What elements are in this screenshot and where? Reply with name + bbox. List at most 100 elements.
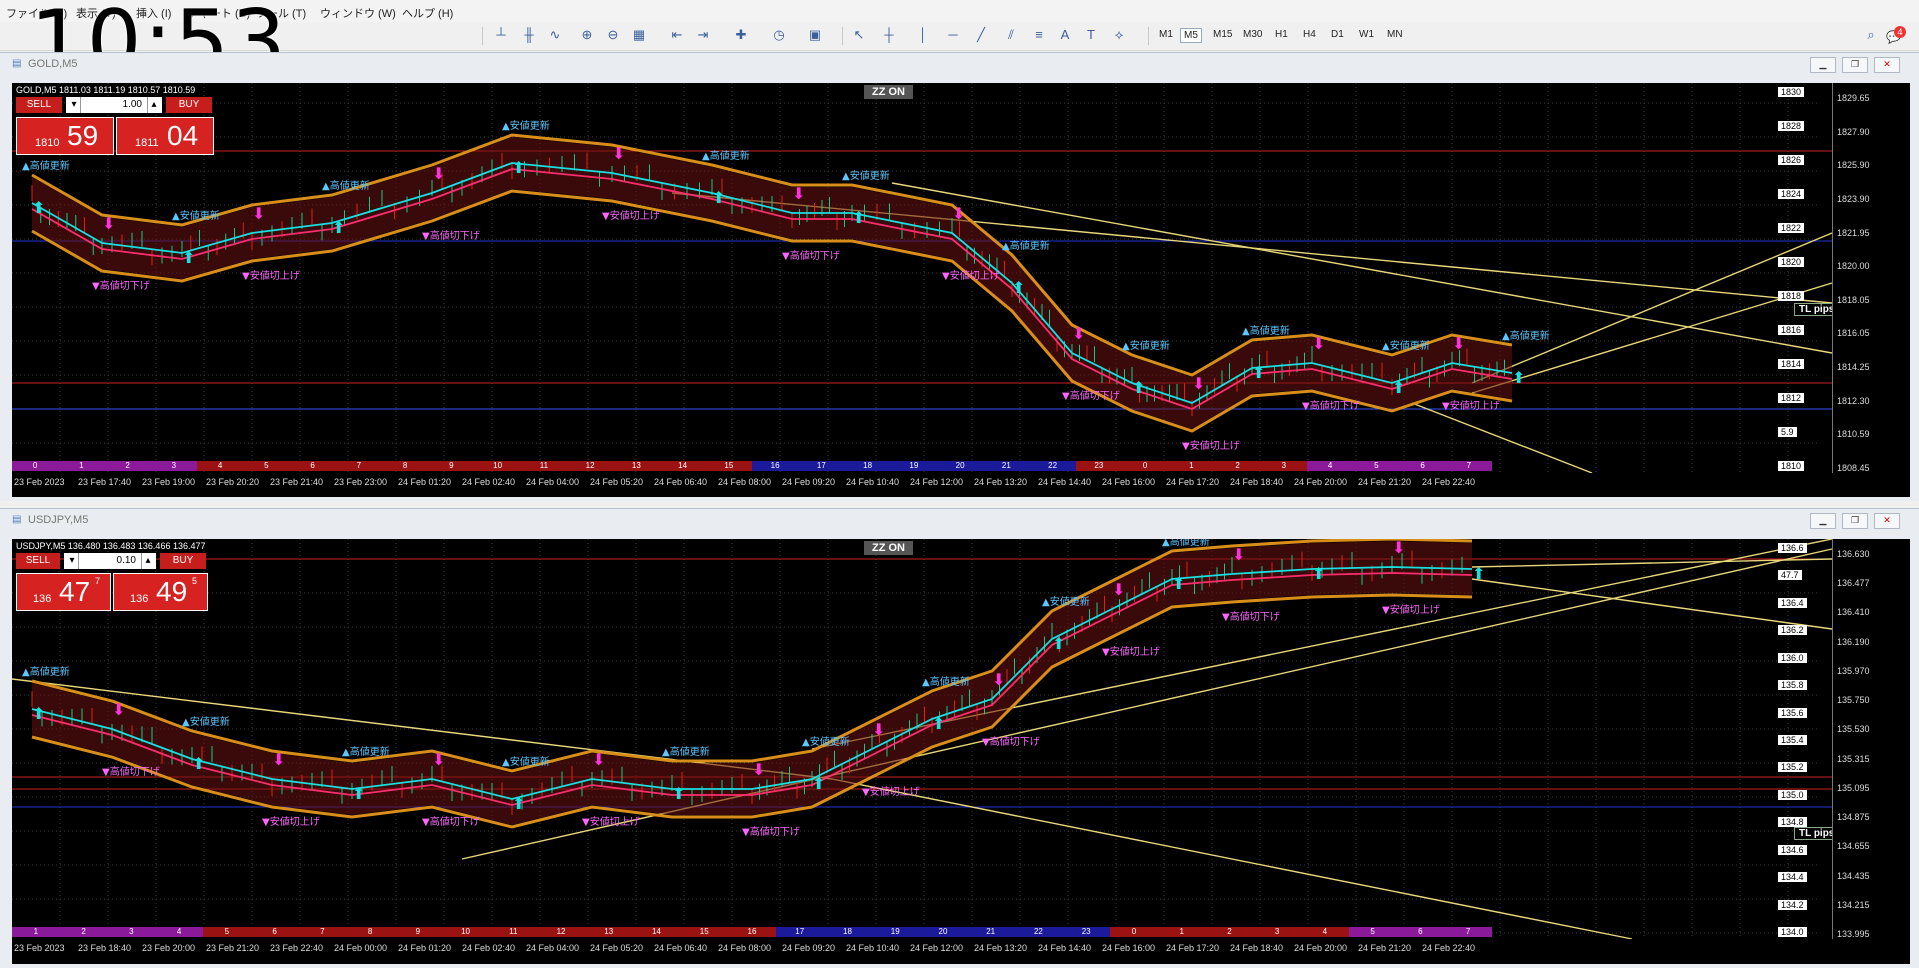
price-axis[interactable]: 136.630 136.477 136.410 136.190 135.970 135.7… [1832,539,1910,939]
buy-price[interactable]: 1811 04 [116,117,214,155]
time-axis: 0 1 2 3 4 5 6 7 8 9 10 11 12 13 14 15 16 17 18 19 20 21 22 23 0 1… [12,461,1910,497]
sell-price[interactable]: 1810 59 [16,117,114,155]
toolbar-separator [482,27,483,45]
price-level-tag[interactable]: 1816 [1778,325,1805,335]
shapes-icon[interactable]: ⟡ [1110,26,1128,44]
price-level-tag[interactable]: 1824 [1778,189,1805,199]
price-level-tag[interactable]: 136.6 [1778,543,1807,553]
buy-price-fraction: 5 [192,576,198,586]
price-level-tag[interactable]: 134.0 [1778,927,1807,937]
candlestick-icon[interactable]: ╫ [520,26,538,44]
price-level-tag[interactable]: 134.8 [1778,817,1807,828]
search-icon[interactable]: ⌕ [1862,26,1880,44]
trendline-icon[interactable]: ╱ [972,26,990,44]
time-axis-label: 24 Feb 04:00 [526,943,580,953]
menu-window[interactable]: ウィンドウ (W) [320,5,396,21]
horizontal-line-icon[interactable]: ─ [944,26,962,44]
lot-size-input[interactable]: ▾ 0.10 ▴ [64,553,156,569]
lot-decrease-icon[interactable]: ▾ [68,97,81,113]
price-level-tag[interactable]: 1814 [1778,359,1805,369]
sell-button[interactable]: SELL [16,97,62,113]
equidistant-channel-icon[interactable]: ⫽ [1002,26,1020,44]
minimize-button[interactable]: ▁ [1810,57,1836,73]
buy-price[interactable]: 136 49 5 [113,573,208,611]
price-level-tag[interactable]: 134.2 [1778,899,1807,910]
timeframe-h1[interactable]: H1 [1272,28,1291,41]
close-button[interactable]: ✕ [1874,57,1900,73]
autoscroll-icon[interactable]: ⇥ [694,26,712,44]
cursor-icon[interactable]: ↖ [850,26,868,44]
price-level-tag[interactable]: 1818 [1778,291,1805,301]
price-level-tag[interactable]: 1830 [1778,87,1805,97]
price-level-tag[interactable]: 1812 [1778,393,1805,403]
price-level-tag[interactable]: 135.8 [1778,680,1807,691]
zoom-out-icon[interactable]: ⊖ [604,26,622,44]
crosshair-icon[interactable]: ┼ [880,26,898,44]
timeframe-d1[interactable]: D1 [1328,28,1347,41]
price-level-tag[interactable]: 136.4 [1778,597,1807,608]
lot-increase-icon[interactable]: ▴ [141,553,154,569]
time-axis-label: 23 Feb 2023 [14,477,65,487]
line-chart-icon[interactable]: ∿ [546,26,564,44]
zigzag-annotation: ▲高値更新 [342,745,390,758]
sell-signal-arrow: ⬇ [1072,324,1085,343]
fibonacci-icon[interactable]: ≡ [1030,26,1048,44]
timeframe-m30[interactable]: M30 [1240,28,1265,41]
timeframe-mn[interactable]: MN [1384,28,1406,41]
timeframe-w1[interactable]: W1 [1356,28,1377,41]
lot-decrease-icon[interactable]: ▾ [66,553,79,569]
price-level-tag[interactable]: 1810 [1778,461,1805,471]
price-level-tag[interactable]: 1820 [1778,257,1805,267]
chart-area[interactable]: ⬆ ▲高値更新 ⬇ ▼高値切下げ ⬆ ▲安値更新 ⬇ ▼安値切上げ ⬆ ▲高値更新 ⬇ ▼高値切下げ ⬆… [12,83,1910,497]
buy-button[interactable]: BUY [166,97,212,113]
session-hour-marker: 6 [289,461,336,471]
lot-size-input[interactable]: ▾ 1.00 ▴ [66,97,162,113]
templates-icon[interactable]: ▣ [806,26,824,44]
price-level-tag[interactable]: 135.0 [1778,789,1807,800]
price-level-tag[interactable]: 136.2 [1778,625,1807,636]
vertical-line-icon[interactable]: │ [914,26,932,44]
lot-increase-icon[interactable]: ▴ [147,97,160,113]
maximize-button[interactable]: ❐ [1842,57,1868,73]
timeframe-m5[interactable]: M5 [1180,28,1202,43]
price-level-tag[interactable]: 134.6 [1778,844,1807,855]
session-hour-marker: 20 [919,927,967,937]
price-level-tag[interactable]: 136.0 [1778,652,1807,663]
minimize-button[interactable]: ▁ [1810,513,1836,529]
zz-toggle-button[interactable]: ZZ ON [864,541,913,555]
sell-price[interactable]: 136 47 7 [16,573,111,611]
text-icon[interactable]: A [1056,26,1074,44]
periods-icon[interactable]: ◷ [770,26,788,44]
price-level-tag[interactable]: 47.7 [1778,570,1802,581]
zz-toggle-button[interactable]: ZZ ON [864,85,913,99]
menu-help[interactable]: ヘルプ (H) [402,5,453,21]
price-level-tag[interactable]: 1826 [1778,155,1805,165]
tile-windows-icon[interactable]: ▦ [630,26,648,44]
price-axis[interactable]: 1829.65 1827.90 1825.90 1823.90 1821.95 1820.… [1832,83,1910,473]
price-level-tag[interactable]: 135.4 [1778,735,1807,745]
notifications-icon[interactable]: 💬 4 [1886,26,1906,44]
trendline[interactable] [831,778,1633,940]
chart-area[interactable]: ⬆ ▲高値更新 ⬇ ▼高値切下げ ⬆ ▲安値更新 ⬇ ▼安値切上げ ⬆ ▲高値更新 ⬇ ▼高値切下げ ⬆… [12,539,1910,964]
price-level-tag[interactable]: 1822 [1778,223,1805,233]
buy-signal-arrow: ⬆ [1172,574,1185,593]
bar-chart-icon[interactable]: ┴ [492,26,510,44]
price-level-tag[interactable]: 135.2 [1778,762,1807,773]
zoom-in-icon[interactable]: ⊕ [578,26,596,44]
text-label-icon[interactable]: T [1082,26,1100,44]
price-level-tag[interactable]: 134.4 [1778,872,1807,883]
trendline[interactable] [1471,558,1833,568]
price-level-tag[interactable]: 5.9 [1778,427,1797,437]
timeframe-m1[interactable]: M1 [1156,28,1176,41]
indicators-icon[interactable]: ✚ [732,26,750,44]
timeframe-m15[interactable]: M15 [1210,28,1235,41]
buy-button[interactable]: BUY [160,553,206,569]
close-button[interactable]: ✕ [1874,513,1900,529]
price-level-tag[interactable]: 1828 [1778,121,1805,131]
sell-button[interactable]: SELL [16,553,60,569]
session-hour-marker: 6 [250,927,299,937]
timeframe-h4[interactable]: H4 [1300,28,1319,41]
chart-shift-icon[interactable]: ⇤ [668,26,686,44]
maximize-button[interactable]: ❐ [1842,513,1868,529]
price-level-tag[interactable]: 135.6 [1778,707,1807,718]
